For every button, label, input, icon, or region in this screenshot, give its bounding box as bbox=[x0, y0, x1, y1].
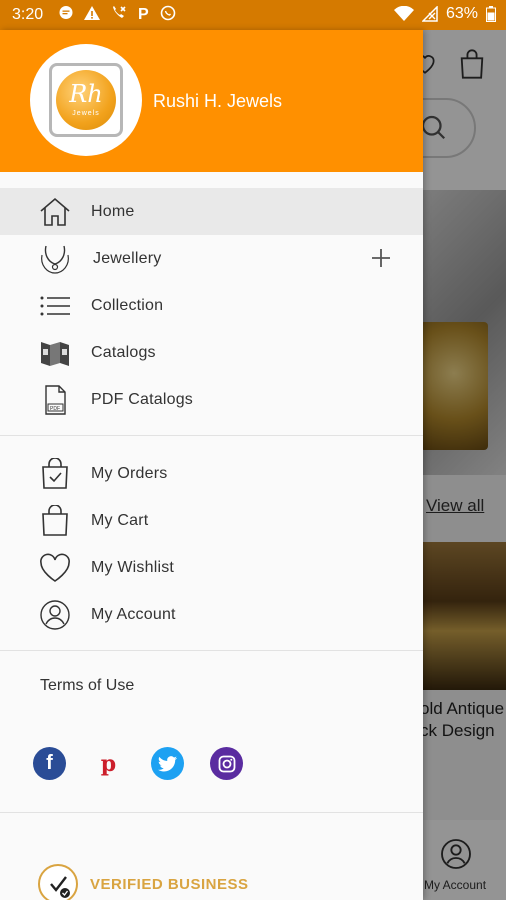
menu-item-my-account[interactable]: My Account bbox=[0, 591, 423, 638]
menu-item-my-wishlist[interactable]: My Wishlist bbox=[0, 544, 423, 591]
notification-icons: P bbox=[58, 5, 176, 21]
logo-subtext: Jewels bbox=[72, 110, 100, 117]
verified-business-label: VERIFIED BUSINESS bbox=[90, 875, 249, 893]
menu-label-my-cart: My Cart bbox=[91, 511, 149, 529]
verified-business-badge: VERIFIED BUSINESS bbox=[38, 864, 249, 900]
battery-percentage: 63% bbox=[445, 5, 478, 22]
wifi-icon bbox=[393, 6, 414, 21]
instagram-icon[interactable] bbox=[210, 747, 243, 780]
menu-item-pdf-catalogs[interactable]: PDF PDF Catalogs bbox=[0, 376, 423, 423]
no-signal-icon bbox=[421, 6, 438, 22]
warning-icon bbox=[84, 6, 100, 20]
terms-of-use-label: Terms of Use bbox=[40, 677, 135, 694]
cart-bag-icon bbox=[42, 505, 68, 536]
system-status-icons: 63% bbox=[393, 5, 496, 23]
list-icon bbox=[40, 296, 70, 316]
logo-disc: Rh Jewels bbox=[56, 70, 116, 130]
expand-plus-icon[interactable] bbox=[370, 247, 392, 269]
store-logo: Rh Jewels bbox=[30, 44, 142, 156]
menu-divider-2 bbox=[0, 650, 423, 651]
drawer-header: Rh Jewels Rushi H. Jewels bbox=[0, 30, 423, 172]
orders-bag-icon bbox=[42, 458, 68, 489]
footer-divider bbox=[0, 812, 423, 813]
logo-monogram: Rh bbox=[69, 80, 103, 108]
drawer-menu: Home Jewellery Collection Catalogs PDF P… bbox=[0, 188, 423, 709]
battery-icon bbox=[486, 6, 496, 22]
terms-of-use-link[interactable]: Terms of Use bbox=[0, 665, 423, 709]
menu-label-catalogs: Catalogs bbox=[91, 343, 156, 361]
menu-divider bbox=[0, 435, 423, 436]
facebook-icon[interactable]: f bbox=[33, 747, 66, 780]
menu-label-home: Home bbox=[91, 202, 135, 220]
menu-label-my-orders: My Orders bbox=[91, 464, 168, 482]
necklace-icon bbox=[41, 245, 69, 274]
pdf-icon: PDF bbox=[45, 385, 66, 415]
social-links: f p bbox=[33, 747, 243, 780]
menu-item-my-cart[interactable]: My Cart bbox=[0, 497, 423, 544]
catalog-icon bbox=[41, 342, 69, 366]
store-name: Rushi H. Jewels bbox=[153, 91, 283, 111]
svg-text:PDF: PDF bbox=[50, 406, 60, 412]
menu-item-my-orders[interactable]: My Orders bbox=[0, 450, 423, 497]
menu-label-my-account: My Account bbox=[91, 605, 176, 623]
call-forwarding-icon bbox=[113, 6, 126, 18]
message-icon bbox=[59, 6, 73, 19]
status-bar: 3:20 P 63% bbox=[0, 0, 506, 30]
menu-label-jewellery: Jewellery bbox=[93, 249, 162, 267]
heart-icon bbox=[40, 553, 70, 582]
parking-icon: P bbox=[138, 6, 149, 21]
status-time: 3:20 bbox=[12, 6, 44, 23]
menu-label-my-wishlist: My Wishlist bbox=[91, 558, 175, 576]
svg-text:P: P bbox=[138, 6, 149, 21]
menu-item-catalogs[interactable]: Catalogs bbox=[0, 329, 423, 376]
logo-frame: Rh Jewels bbox=[49, 63, 123, 137]
account-icon bbox=[40, 600, 70, 630]
twitter-icon[interactable] bbox=[151, 747, 184, 780]
menu-item-collection[interactable]: Collection bbox=[0, 282, 423, 329]
menu-label-collection: Collection bbox=[91, 296, 164, 314]
home-icon bbox=[40, 197, 70, 226]
whatsapp-icon bbox=[160, 5, 176, 21]
verified-check-icon bbox=[38, 864, 78, 900]
menu-item-home[interactable]: Home bbox=[0, 188, 423, 235]
menu-item-jewellery[interactable]: Jewellery bbox=[0, 235, 423, 282]
menu-label-pdf-catalogs: PDF Catalogs bbox=[91, 390, 193, 408]
navigation-drawer: Rh Jewels Rushi H. Jewels Home Jewellery… bbox=[0, 30, 423, 900]
pinterest-icon[interactable]: p bbox=[92, 747, 125, 780]
